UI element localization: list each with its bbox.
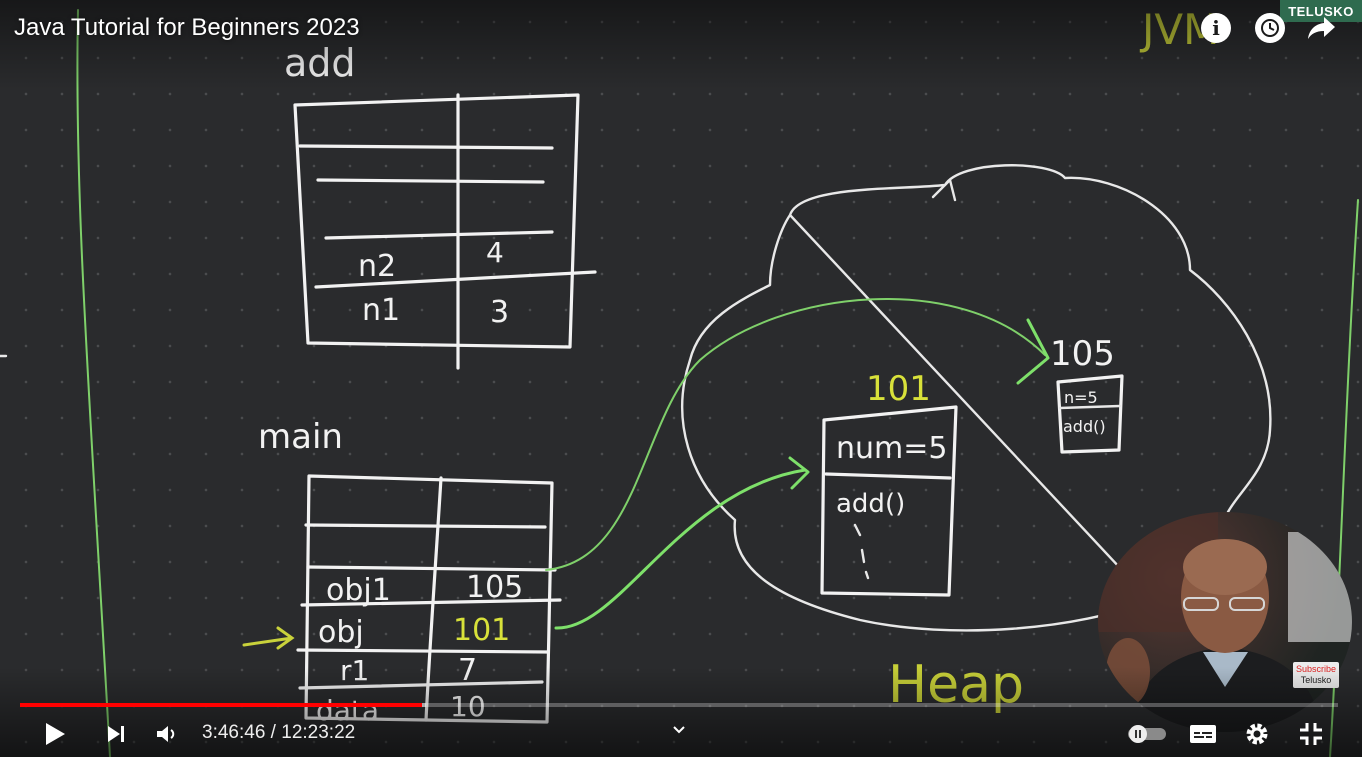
duration: 12:23:22	[281, 722, 356, 743]
volume-button[interactable]	[150, 718, 184, 750]
captions-button[interactable]	[1186, 718, 1220, 750]
obj1-reference-arrow	[545, 298, 1046, 571]
object-101-address: 101	[866, 369, 931, 409]
time-display: 3:46:46 / 12:23:22	[202, 722, 355, 744]
subscribe-badge[interactable]: Subscribe Telusko	[1293, 662, 1339, 688]
object-105-address: 105	[1050, 334, 1115, 374]
exit-fullscreen-button[interactable]	[1294, 718, 1328, 750]
chapter-chevron[interactable]	[668, 718, 690, 742]
current-line-arrow	[242, 626, 295, 650]
next-icon	[108, 726, 124, 742]
object-105-field: n=5	[1064, 388, 1098, 407]
info-icon[interactable]: i	[1201, 13, 1231, 43]
main-row-r1-value: 7	[458, 653, 477, 688]
settings-icon	[1246, 723, 1268, 745]
autoplay-toggle-icon	[1128, 725, 1166, 743]
object-105-method: add()	[1063, 417, 1106, 436]
settings-button[interactable]	[1240, 718, 1274, 750]
main-row-r1-name: r1	[340, 654, 369, 687]
volume-icon	[157, 726, 175, 742]
play-icon	[46, 723, 65, 745]
exit-fullscreen-icon	[1300, 723, 1322, 745]
add-row-n2-value: 4	[486, 236, 504, 269]
main-row-obj1-value: 105	[466, 570, 523, 605]
captions-icon	[1190, 725, 1216, 743]
object-101-method: add()	[836, 489, 905, 519]
video-title[interactable]: Java Tutorial for Beginners 2023	[14, 14, 360, 42]
chevron-down-icon	[673, 726, 685, 734]
subscribe-badge-line1: Subscribe	[1295, 664, 1337, 674]
main-frame-label: main	[258, 417, 343, 457]
object-101-field: num=5	[836, 431, 947, 466]
current-time: 3:46:46	[202, 722, 266, 743]
progress-bar[interactable]	[20, 703, 1338, 707]
progress-played	[20, 703, 422, 707]
main-row-obj-name: obj	[318, 615, 364, 650]
autoplay-toggle[interactable]	[1126, 718, 1168, 750]
next-button[interactable]	[99, 718, 133, 750]
main-row-obj1-name: obj1	[326, 573, 391, 608]
add-row-n1-value: 3	[490, 295, 509, 330]
add-frame-label: add	[284, 41, 356, 85]
time-separator: /	[265, 722, 282, 743]
presenter-webcam	[1098, 512, 1352, 732]
add-row-n2-name: n2	[358, 249, 396, 284]
share-icon[interactable]	[1307, 13, 1337, 43]
play-button[interactable]	[38, 718, 72, 750]
clock-icon[interactable]	[1255, 13, 1285, 43]
subscribe-badge-line2: Telusko	[1300, 675, 1332, 685]
left-border-line	[76, 9, 111, 757]
add-stack-table	[293, 93, 597, 370]
presenter-figure	[1098, 512, 1352, 732]
main-row-obj-value: 101	[453, 613, 510, 648]
add-row-n1-name: n1	[362, 293, 400, 328]
